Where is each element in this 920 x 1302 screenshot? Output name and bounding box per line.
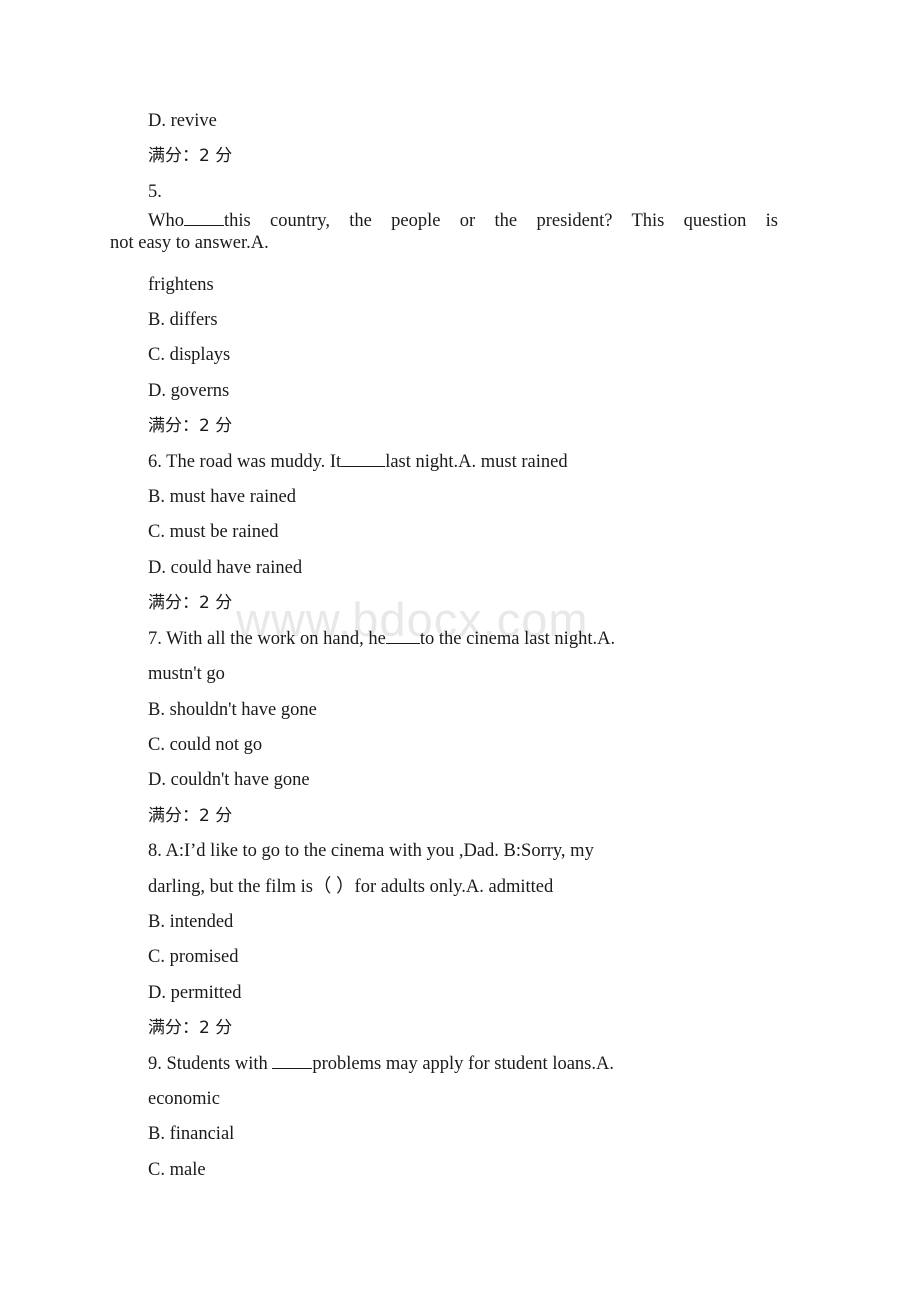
- score-line: 满分：2 分: [148, 805, 233, 826]
- option-line: B. must have rained: [148, 487, 296, 508]
- document-text-body: D. revive 满分：2 分 5. Who this country, the…: [110, 104, 778, 1188]
- document-page: www.bdocx.com D. revive 满分：2 分 5. Who thi…: [0, 0, 920, 1302]
- question-stem: 9. Students with problems may apply for …: [110, 1047, 778, 1082]
- option-line: B. financial: [148, 1124, 235, 1145]
- stem-wrap-line: not easy to answer.A.: [110, 233, 269, 254]
- option-line: C. displays: [148, 345, 231, 366]
- option-line: B. differs: [148, 310, 218, 331]
- question-number: 5.: [148, 181, 162, 202]
- question-stem: Who this country, the people or the presi…: [110, 210, 778, 254]
- question-stem: 7. With all the work on hand, he to the c…: [110, 622, 778, 657]
- option-line: frightens: [148, 274, 214, 295]
- option-line: economic: [148, 1088, 220, 1109]
- score-line: 满分：2 分: [148, 593, 233, 614]
- question-stem-wrap: darling, but the film is（ ）for adults on…: [148, 876, 554, 897]
- option-line: C. must be rained: [148, 522, 279, 543]
- stem-text-after-blank: last night.A. must rained: [385, 451, 568, 472]
- stem-text-before-blank: 6. The road was muddy. It: [148, 451, 342, 472]
- score-line: 满分：2 分: [148, 416, 233, 437]
- stem-text-after-blank: this country, the people or the presiden…: [223, 211, 778, 232]
- stem-text-before-blank: 7. With all the work on hand, he: [148, 628, 386, 649]
- option-line: mustn't go: [148, 664, 225, 685]
- answer-blank: [385, 642, 420, 644]
- option-line: D. could have rained: [148, 557, 303, 578]
- option-line: C. promised: [148, 947, 239, 968]
- stem-text-before-blank: Who: [148, 211, 184, 232]
- option-line: B. shouldn't have gone: [148, 699, 317, 720]
- option-line: B. intended: [148, 911, 234, 932]
- question-stem: 6. The road was muddy. It last night.A. m…: [110, 445, 778, 480]
- question-stem: 8. A:I’d like to go to the cinema with y…: [148, 841, 594, 862]
- option-line: C. could not go: [148, 734, 263, 755]
- stem-text-before-blank: 9. Students with: [148, 1053, 268, 1074]
- stem-text-after-blank: problems may apply for student loans.A.: [312, 1053, 614, 1074]
- answer-blank: [341, 465, 386, 467]
- answer-blank: [272, 1067, 313, 1069]
- option-line: D. governs: [148, 380, 230, 401]
- option-line: D. revive: [148, 111, 217, 131]
- score-line: 满分：2 分: [148, 1018, 233, 1039]
- score-line: 满分：2 分: [148, 146, 233, 167]
- option-line: C. male: [148, 1159, 206, 1180]
- option-line: D. permitted: [148, 982, 242, 1003]
- option-line: D. couldn't have gone: [148, 770, 310, 791]
- answer-blank: [183, 225, 224, 227]
- stem-text-after-blank: to the cinema last night.A.: [419, 628, 616, 649]
